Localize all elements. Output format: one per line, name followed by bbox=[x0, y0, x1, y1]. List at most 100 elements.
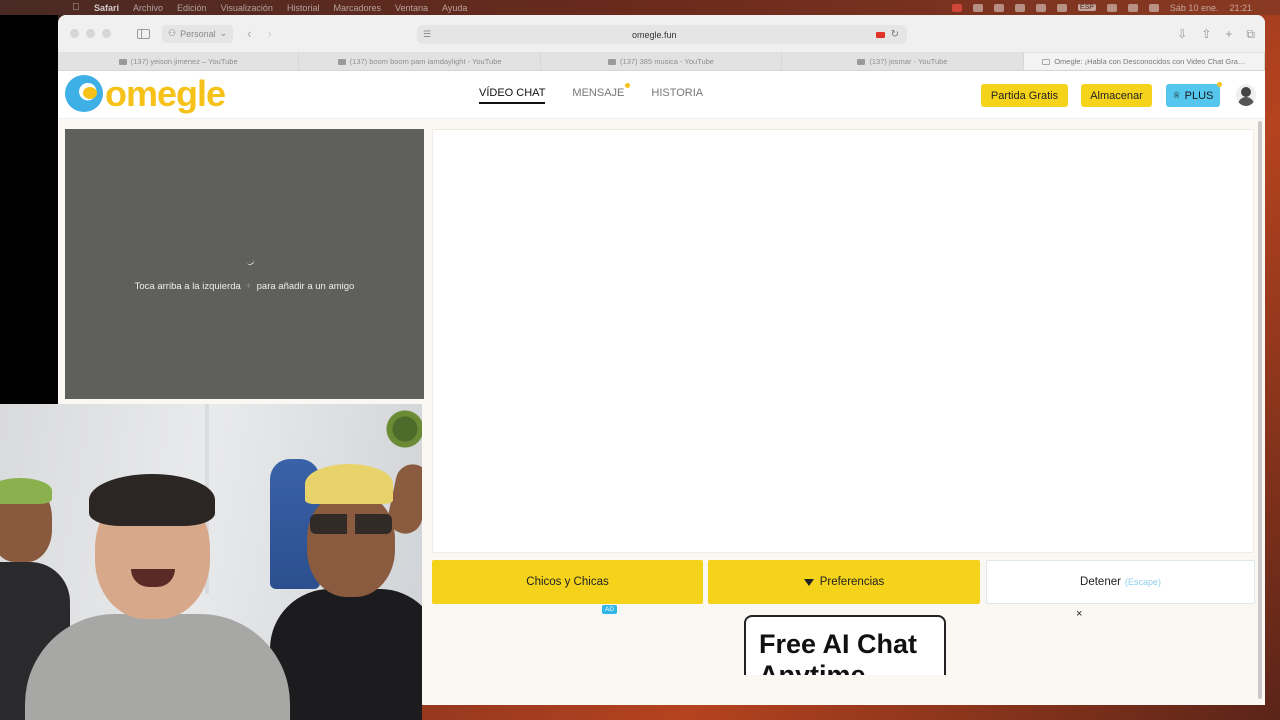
nav-mensaje-label: MENSAJE bbox=[572, 87, 625, 99]
loading-spinner-icon bbox=[244, 255, 256, 267]
add-friend-hint: Toca arriba a la izquierda + para añadir a… bbox=[65, 281, 424, 292]
url-text[interactable]: omegle.fun bbox=[433, 30, 876, 40]
plant bbox=[385, 404, 422, 464]
gender-filter-button[interactable]: Chicos y Chicas bbox=[432, 560, 703, 604]
logo-text: omegle bbox=[105, 72, 226, 114]
tab-title: Omegle: ¡Habla con Desconocidos con Vide… bbox=[1054, 57, 1246, 66]
chevron-down-icon: ⌄ bbox=[219, 28, 228, 38]
stop-button[interactable]: Detener (Escape) bbox=[986, 560, 1255, 604]
menu-marcadores[interactable]: Marcadores bbox=[333, 3, 381, 13]
keyboard-layout[interactable]: ESP bbox=[1077, 4, 1096, 11]
menu-time[interactable]: 21:21 bbox=[1229, 3, 1252, 13]
menu-edicion[interactable]: Edición bbox=[177, 3, 207, 13]
notification-dot bbox=[1217, 82, 1222, 87]
youtube-icon bbox=[608, 58, 617, 65]
apple-icon[interactable]:  bbox=[72, 2, 82, 13]
menu-ventana[interactable]: Ventana bbox=[395, 3, 428, 13]
youtube-icon bbox=[118, 58, 127, 65]
tab-title: (137) boom boom pam iamdaylight - YouTub… bbox=[349, 57, 502, 66]
forward-icon[interactable]: › bbox=[268, 26, 272, 41]
status-icon[interactable] bbox=[972, 3, 983, 12]
menu-archivo[interactable]: Archivo bbox=[133, 3, 163, 13]
preferences-button[interactable]: Preferencias bbox=[708, 560, 980, 604]
youtube-icon bbox=[337, 58, 346, 65]
plus-label: PLUS bbox=[1184, 89, 1214, 102]
window-controls bbox=[70, 29, 111, 38]
menu-ayuda[interactable]: Ayuda bbox=[442, 3, 467, 13]
tab-title: (137) josmar - YouTube bbox=[869, 57, 948, 66]
status-icon[interactable] bbox=[993, 3, 1004, 12]
youtube-icon bbox=[857, 58, 866, 65]
partner-video-panel: Toca arriba a la izquierda + para añadir a… bbox=[65, 129, 424, 399]
ad-banner[interactable]: Free AI Chat Anytime bbox=[744, 615, 946, 675]
control-icon[interactable] bbox=[1035, 3, 1046, 12]
nav-video-chat[interactable]: VÍDEO CHAT bbox=[479, 87, 546, 104]
tab-title: (137) yeison jimenez – YouTube bbox=[130, 57, 238, 66]
search-icon[interactable] bbox=[1127, 3, 1138, 12]
person-icon: ⚇ bbox=[168, 28, 177, 38]
page-menu-icon[interactable]: ☰ bbox=[423, 29, 433, 40]
close-ad-icon[interactable]: × bbox=[1076, 608, 1082, 620]
stop-label: Detener bbox=[1080, 576, 1121, 588]
menu-status-area: ESP Sáb 10 ene. 21:21 bbox=[951, 3, 1252, 13]
almacenar-button[interactable]: Almacenar bbox=[1081, 84, 1152, 107]
browser-toolbar: ⚇ Personal ⌄ ‹ › ☰ omegle.fun ↻ ⇩ ⇧ + ⧉ bbox=[58, 15, 1265, 53]
filter-icon bbox=[803, 578, 814, 586]
address-bar[interactable]: ☰ omegle.fun ↻ bbox=[417, 25, 907, 44]
reload-icon[interactable]: ↻ bbox=[891, 29, 899, 40]
main-nav: VÍDEO CHAT MENSAJE HISTORIA bbox=[479, 83, 703, 104]
volume-icon[interactable] bbox=[1056, 3, 1067, 12]
minimize-window-button[interactable] bbox=[86, 29, 95, 38]
profile-name: Personal bbox=[180, 28, 216, 39]
camera-recording-icon[interactable] bbox=[951, 3, 962, 12]
hint-text-start: Toca arriba a la izquierda bbox=[134, 281, 241, 292]
plus-button[interactable]: ♕ PLUS bbox=[1166, 82, 1222, 107]
ad-title: Free AI Chat bbox=[759, 629, 918, 659]
share-icon[interactable]: ⇧ bbox=[1201, 27, 1211, 42]
menu-visualizacion[interactable]: Visualización bbox=[221, 3, 273, 13]
menu-historial[interactable]: Historial bbox=[287, 3, 320, 13]
add-friend-icon: + bbox=[245, 281, 252, 292]
mac-menu-bar:  Safari Archivo Edición Visualización H… bbox=[0, 0, 1280, 15]
menu-app-safari[interactable]: Safari bbox=[94, 3, 119, 13]
chat-panel[interactable] bbox=[432, 129, 1254, 553]
browser-tab-active[interactable]: Omegle: ¡Habla con Desconocidos con Vide… bbox=[1023, 53, 1265, 70]
download-icon[interactable]: ⇩ bbox=[1177, 27, 1187, 42]
new-tab-icon[interactable]: + bbox=[1225, 27, 1232, 42]
user-avatar[interactable] bbox=[1236, 84, 1256, 106]
wifi-icon[interactable] bbox=[1106, 3, 1117, 12]
tab-overview-icon[interactable]: ⧉ bbox=[1246, 27, 1255, 42]
escape-hint: (Escape) bbox=[1124, 577, 1161, 587]
crown-icon: ♕ bbox=[1172, 90, 1181, 100]
browser-tab[interactable]: (137) boom boom pam iamdaylight - YouTub… bbox=[299, 53, 541, 70]
desktop-background bbox=[0, 15, 58, 405]
partida-gratis-button[interactable]: Partida Gratis bbox=[981, 84, 1068, 107]
tab-title: (137) 385 musica - YouTube bbox=[620, 57, 714, 66]
self-webcam-video bbox=[0, 404, 422, 720]
omegle-logo[interactable]: omegle bbox=[65, 72, 226, 114]
sidebar-toggle-icon[interactable] bbox=[137, 28, 150, 39]
nav-historia[interactable]: HISTORIA bbox=[651, 87, 703, 104]
menu-date[interactable]: Sáb 10 ene. bbox=[1170, 3, 1219, 13]
ad-badge: AD bbox=[602, 605, 618, 614]
profile-selector[interactable]: ⚇ Personal ⌄ bbox=[162, 24, 234, 43]
nav-mensaje[interactable]: MENSAJE bbox=[572, 83, 631, 104]
browser-tab[interactable]: (137) 385 musica - YouTube bbox=[541, 53, 783, 70]
omegle-logo-icon bbox=[65, 75, 103, 112]
site-header: omegle VÍDEO CHAT MENSAJE HISTORIA Parti… bbox=[58, 71, 1265, 119]
browser-tab[interactable]: (137) yeison jimenez – YouTube bbox=[58, 53, 300, 70]
notification-dot bbox=[625, 83, 631, 88]
close-window-button[interactable] bbox=[70, 29, 79, 38]
camera-in-use-icon[interactable] bbox=[875, 31, 885, 38]
browser-tab[interactable]: (137) josmar - YouTube bbox=[782, 53, 1024, 70]
hint-text-end: para añadir a un amigo bbox=[256, 281, 355, 292]
zoom-window-button[interactable] bbox=[102, 29, 111, 38]
control-center-icon[interactable] bbox=[1148, 3, 1159, 12]
page-scrollbar[interactable] bbox=[1258, 119, 1263, 705]
status-icon[interactable] bbox=[1014, 3, 1025, 12]
back-icon[interactable]: ‹ bbox=[247, 26, 251, 41]
page-icon bbox=[1042, 58, 1051, 65]
ad-subtitle: Anytime bbox=[759, 660, 866, 676]
person-center bbox=[25, 474, 290, 720]
tab-bar: (137) yeison jimenez – YouTube (137) boo… bbox=[58, 53, 1265, 71]
